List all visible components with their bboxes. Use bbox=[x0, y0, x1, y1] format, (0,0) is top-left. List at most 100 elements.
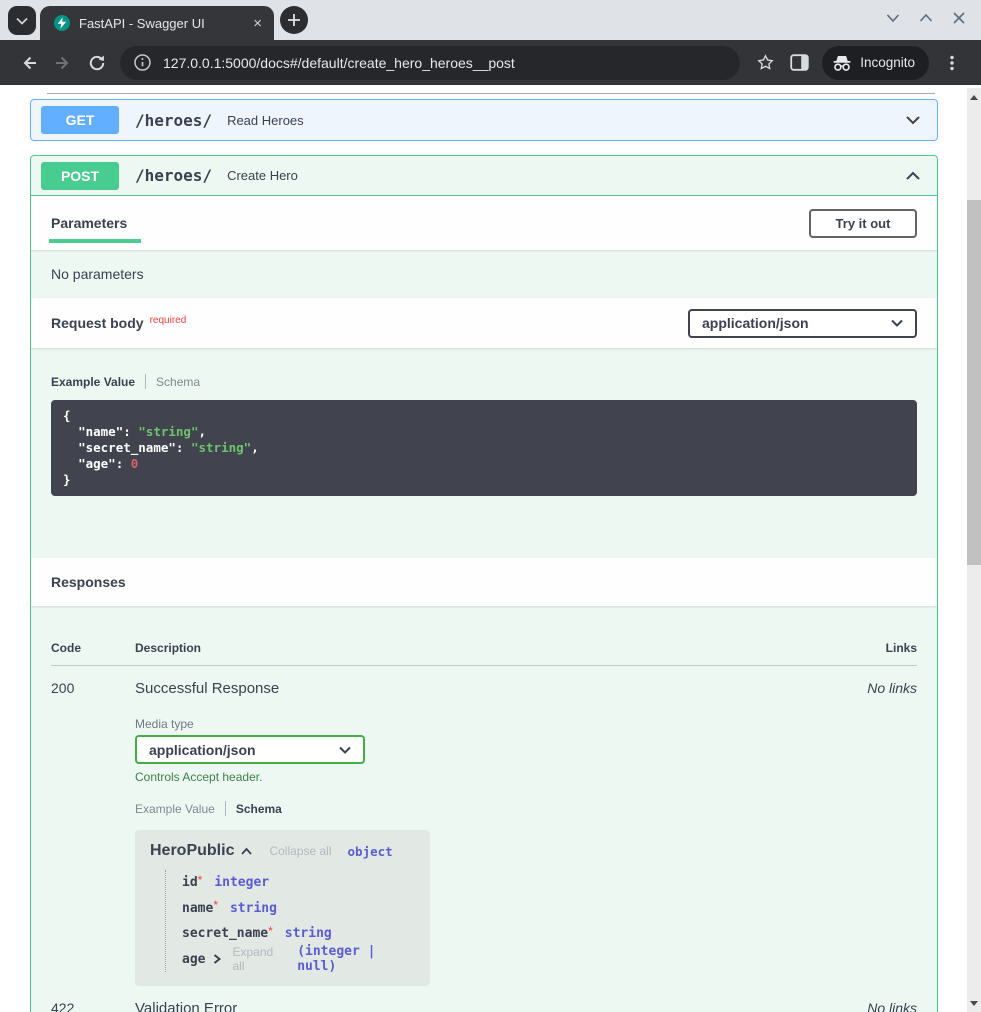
response-links: No links bbox=[867, 680, 917, 986]
post-summary-text: Create Hero bbox=[227, 168, 298, 183]
try-it-out-button[interactable]: Try it out bbox=[809, 209, 917, 238]
get-path[interactable]: /heroes/ bbox=[135, 111, 212, 130]
chevron-up-icon bbox=[240, 846, 253, 857]
expand-get-button[interactable] bbox=[903, 110, 923, 130]
property-row-id: id* integer bbox=[182, 870, 415, 896]
response-media-type-select[interactable]: application/json bbox=[135, 735, 365, 764]
example-code-block[interactable]: { "name": "string", "secret_name": "stri… bbox=[51, 400, 917, 496]
tab-separator bbox=[225, 801, 226, 816]
chevron-up-icon bbox=[903, 166, 923, 186]
star-icon bbox=[756, 53, 775, 72]
tab-schema[interactable]: Schema bbox=[236, 802, 282, 816]
swagger-page: GET /heroes/ Read Heroes POST /heroes/ C… bbox=[0, 85, 981, 1012]
back-button[interactable] bbox=[12, 46, 46, 80]
get-summary-text: Read Heroes bbox=[227, 113, 304, 128]
opblock-post-summary[interactable]: POST /heroes/ Create Hero bbox=[31, 156, 937, 196]
side-panel-icon bbox=[790, 54, 809, 71]
url-text[interactable]: 127.0.0.1:5000/docs#/default/create_hero… bbox=[163, 55, 515, 71]
property-row-name: name* string bbox=[182, 896, 415, 922]
bookmark-button[interactable] bbox=[748, 46, 782, 80]
scroll-up-button[interactable] bbox=[967, 90, 981, 104]
model-properties: id* integer name* string secret_name* bbox=[165, 870, 415, 972]
tab-search-button[interactable] bbox=[8, 6, 36, 35]
property-name: secret_name bbox=[182, 926, 268, 941]
section-divider bbox=[47, 93, 935, 94]
response-description: Successful Response bbox=[135, 680, 867, 697]
side-panel-button[interactable] bbox=[782, 46, 816, 80]
maximize-icon[interactable] bbox=[918, 10, 934, 26]
triangle-down-icon bbox=[970, 1001, 978, 1006]
chevron-down-icon bbox=[16, 17, 28, 25]
request-media-type-select[interactable]: application/json bbox=[688, 309, 917, 338]
responses-table-header: Code Description Links bbox=[51, 641, 917, 666]
code-line: { bbox=[63, 408, 905, 424]
reload-icon bbox=[87, 53, 107, 73]
opblock-get-summary[interactable]: GET /heroes/ Read Heroes bbox=[31, 100, 937, 140]
tab-example-value[interactable]: Example Value bbox=[135, 802, 215, 816]
response-links: No links bbox=[867, 1000, 917, 1012]
forward-arrow-icon bbox=[53, 53, 73, 73]
response-row-200: 200 Successful Response Media type appli… bbox=[51, 666, 917, 986]
tab-schema[interactable]: Schema bbox=[156, 375, 200, 389]
opblock-post-heroes: POST /heroes/ Create Hero Parameters Try… bbox=[30, 155, 938, 1012]
property-type: (integer | null) bbox=[297, 944, 415, 974]
response-media-type-value: application/json bbox=[149, 742, 256, 758]
site-info-icon[interactable] bbox=[134, 54, 151, 71]
response-code: 200 bbox=[51, 680, 135, 986]
collapse-model-button[interactable] bbox=[240, 846, 253, 857]
kebab-menu-icon bbox=[943, 54, 961, 72]
code-line: "secret_name": "string", bbox=[63, 440, 905, 456]
property-row-secret-name: secret_name* string bbox=[182, 921, 415, 947]
media-type-label: Media type bbox=[135, 717, 867, 731]
tab-example-value[interactable]: Example Value bbox=[51, 375, 135, 389]
expand-all-link[interactable]: Expand all bbox=[232, 945, 285, 973]
required-star: * bbox=[213, 898, 218, 912]
incognito-badge: Incognito bbox=[822, 46, 929, 80]
chevron-down-icon bbox=[903, 110, 923, 130]
response-tabs: Example Value Schema bbox=[135, 801, 867, 816]
request-body-header: Request body required application/json bbox=[31, 298, 937, 348]
scroll-down-button[interactable] bbox=[967, 996, 981, 1010]
schema-model-box: HeroPublic Collapse all object i bbox=[135, 830, 430, 986]
browser-tab[interactable]: FastAPI - Swagger UI × bbox=[40, 6, 274, 40]
swagger-content: GET /heroes/ Read Heroes POST /heroes/ C… bbox=[30, 85, 938, 1012]
page-scrollbar[interactable] bbox=[967, 88, 981, 1012]
column-code: Code bbox=[51, 641, 135, 655]
new-tab-button[interactable] bbox=[280, 6, 308, 34]
reload-button[interactable] bbox=[80, 46, 114, 80]
tab-title: FastAPI - Swagger UI bbox=[79, 16, 249, 31]
minimize-icon[interactable] bbox=[885, 10, 901, 26]
request-body-title: Request body bbox=[51, 315, 144, 331]
post-method-badge: POST bbox=[41, 162, 119, 190]
post-path[interactable]: /heroes/ bbox=[135, 166, 212, 185]
parameters-header: Parameters Try it out bbox=[31, 196, 937, 250]
required-star: * bbox=[268, 924, 273, 938]
browser-menu-button[interactable] bbox=[935, 46, 969, 80]
property-type: integer bbox=[214, 875, 269, 890]
response-code: 422 bbox=[51, 1000, 135, 1012]
close-window-icon[interactable] bbox=[951, 10, 967, 26]
window-controls bbox=[885, 10, 967, 26]
get-method-badge: GET bbox=[41, 106, 119, 134]
no-parameters-text: No parameters bbox=[31, 250, 937, 298]
model-name[interactable]: HeroPublic bbox=[150, 842, 234, 860]
address-bar[interactable]: 127.0.0.1:5000/docs#/default/create_hero… bbox=[120, 46, 740, 80]
plus-icon bbox=[287, 13, 301, 27]
column-links: Links bbox=[886, 641, 917, 655]
required-star: * bbox=[198, 873, 203, 887]
responses-section: Code Description Links 200 Successful Re… bbox=[31, 606, 937, 1012]
collapse-post-button[interactable] bbox=[903, 166, 923, 186]
fastapi-favicon-icon bbox=[54, 15, 70, 31]
forward-button[interactable] bbox=[46, 46, 80, 80]
model-title-row: HeroPublic Collapse all object bbox=[150, 842, 415, 860]
property-name: age bbox=[182, 952, 205, 967]
property-name: name bbox=[182, 901, 213, 916]
parameters-title: Parameters bbox=[51, 215, 127, 231]
tab-close-icon[interactable]: × bbox=[249, 14, 266, 33]
code-line: } bbox=[63, 472, 905, 488]
expand-property-button[interactable] bbox=[212, 953, 222, 965]
response-description: Validation Error bbox=[135, 1000, 867, 1012]
collapse-all-link[interactable]: Collapse all bbox=[269, 844, 331, 858]
incognito-icon bbox=[832, 54, 852, 72]
scrollbar-thumb[interactable] bbox=[967, 200, 981, 565]
